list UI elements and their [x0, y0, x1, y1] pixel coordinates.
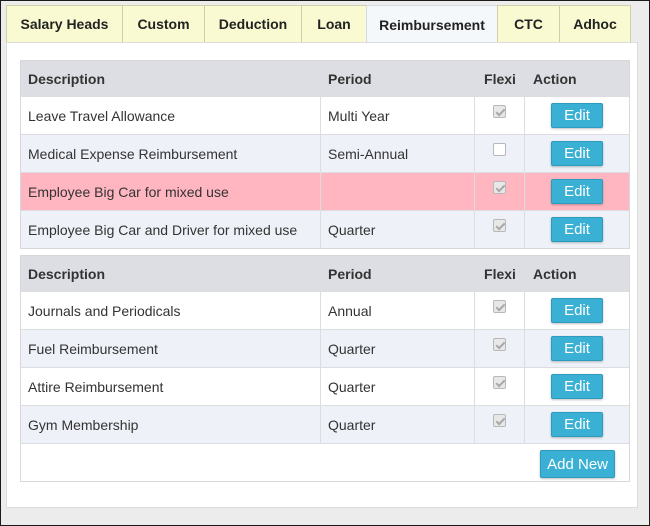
edit-button[interactable]: Edit [551, 217, 603, 242]
tab-ctc[interactable]: CTC [497, 5, 559, 43]
row-description: Gym Membership [21, 406, 321, 443]
flexi-cell [475, 97, 525, 134]
header-action: Action [533, 265, 577, 282]
action-cell: Edit [525, 97, 629, 134]
reimbursement-panel: Description Period Flexi Action Leave Tr… [6, 42, 638, 508]
flexi-cell [475, 135, 525, 172]
flexi-cell [475, 173, 525, 210]
header-period: Period [328, 70, 372, 87]
edit-button[interactable]: Edit [551, 298, 603, 323]
flexi-cell [475, 292, 525, 329]
action-cell: Edit [525, 211, 629, 248]
header-flexi: Flexi [484, 70, 516, 87]
flexi-checkbox[interactable] [493, 181, 506, 194]
table-row: Gym Membership Quarter Edit [21, 405, 629, 443]
reimbursement-table-2: Description Period Flexi Action Journals… [20, 255, 630, 482]
edit-button[interactable]: Edit [551, 141, 603, 166]
flexi-checkbox[interactable] [493, 143, 506, 156]
table-footer: Add New [21, 443, 629, 481]
table-row: Journals and Periodicals Annual Edit [21, 291, 629, 329]
action-cell: Edit [525, 135, 629, 172]
flexi-checkbox[interactable] [493, 376, 506, 389]
table-row: Leave Travel Allowance Multi Year Edit [21, 96, 629, 134]
tab-adhoc[interactable]: Adhoc [559, 5, 631, 43]
action-cell: Edit [525, 292, 629, 329]
row-period: Semi-Annual [321, 135, 475, 172]
table-row: Attire Reimbursement Quarter Edit [21, 367, 629, 405]
row-period: Quarter [321, 211, 475, 248]
flexi-cell [475, 211, 525, 248]
flexi-cell [475, 368, 525, 405]
flexi-cell [475, 330, 525, 367]
tab-bar: Salary Heads Custom Deduction Loan Reimb… [6, 5, 631, 44]
row-period: Quarter [321, 330, 475, 367]
header-period: Period [328, 265, 372, 282]
table-row: Employee Big Car and Driver for mixed us… [21, 210, 629, 248]
row-description: Attire Reimbursement [21, 368, 321, 405]
tab-deduction[interactable]: Deduction [204, 5, 301, 43]
action-cell: Edit [525, 368, 629, 405]
flexi-checkbox[interactable] [493, 219, 506, 232]
edit-button[interactable]: Edit [551, 336, 603, 361]
row-period: Quarter [321, 368, 475, 405]
window-frame: Salary Heads Custom Deduction Loan Reimb… [0, 0, 650, 526]
edit-button[interactable]: Edit [551, 103, 603, 128]
header-description: Description [28, 70, 106, 87]
header-description: Description [28, 265, 106, 282]
edit-button[interactable]: Edit [551, 179, 603, 204]
row-description: Leave Travel Allowance [21, 97, 321, 134]
flexi-checkbox[interactable] [493, 300, 506, 313]
row-period: Annual [321, 292, 475, 329]
action-cell: Edit [525, 330, 629, 367]
tab-loan[interactable]: Loan [301, 5, 366, 43]
table-row: Fuel Reimbursement Quarter Edit [21, 329, 629, 367]
tab-reimbursement[interactable]: Reimbursement [366, 5, 497, 44]
header-action: Action [533, 70, 577, 87]
flexi-checkbox[interactable] [493, 105, 506, 118]
row-description: Medical Expense Reimbursement [21, 135, 321, 172]
add-new-button[interactable]: Add New [540, 450, 615, 478]
table-row: Medical Expense Reimbursement Semi-Annua… [21, 134, 629, 172]
row-period: Multi Year [321, 97, 475, 134]
row-period: Quarter [321, 406, 475, 443]
row-period [321, 173, 475, 210]
row-description: Journals and Periodicals [21, 292, 321, 329]
table-row-highlighted: Employee Big Car for mixed use Edit [21, 172, 629, 210]
row-description: Employee Big Car for mixed use [21, 173, 321, 210]
edit-button[interactable]: Edit [551, 412, 603, 437]
flexi-checkbox[interactable] [493, 338, 506, 351]
row-description: Fuel Reimbursement [21, 330, 321, 367]
action-cell: Edit [525, 406, 629, 443]
reimbursement-table-1: Description Period Flexi Action Leave Tr… [20, 60, 630, 249]
table-header: Description Period Flexi Action [21, 61, 629, 96]
header-flexi: Flexi [484, 265, 516, 282]
tab-custom[interactable]: Custom [122, 5, 204, 43]
flexi-checkbox[interactable] [493, 414, 506, 427]
table-header: Description Period Flexi Action [21, 256, 629, 291]
action-cell: Edit [525, 173, 629, 210]
flexi-cell [475, 406, 525, 443]
tab-salary-heads[interactable]: Salary Heads [6, 5, 122, 43]
edit-button[interactable]: Edit [551, 374, 603, 399]
row-description: Employee Big Car and Driver for mixed us… [21, 211, 321, 248]
